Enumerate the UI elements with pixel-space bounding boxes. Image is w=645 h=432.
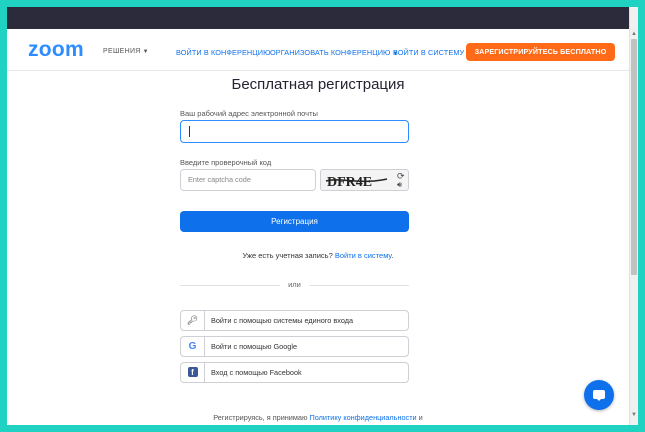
nav-host-label: ОРГАНИЗОВАТЬ КОНФЕРЕНЦИЮ <box>270 48 391 57</box>
zoom-logo[interactable]: zoom <box>28 38 84 62</box>
nav-join-meeting[interactable]: ВОЙТИ В КОНФЕРЕНЦИЮ <box>176 48 271 57</box>
google-icon: G <box>181 337 205 356</box>
chevron-down-icon: ▼ <box>142 49 149 55</box>
browser-window: zoom РЕШЕНИЯ ▼ ВОЙТИ В КОНФЕРЕНЦИЮ ОРГАНИ… <box>7 7 638 425</box>
scroll-down-icon[interactable]: ▼ <box>631 412 637 418</box>
navbar: zoom РЕШЕНИЯ ▼ ВОЙТИ В КОНФЕРЕНЦИЮ ОРГАНИ… <box>7 29 629 71</box>
have-account-text: Уже есть учетная запись? Войти в систему… <box>7 251 629 260</box>
terms-suffix: и <box>418 413 423 422</box>
page-title: Бесплатная регистрация <box>231 76 405 93</box>
signin-link[interactable]: Войти в систему <box>335 251 392 260</box>
nav-host-meeting[interactable]: ОРГАНИЗОВАТЬ КОНФЕРЕНЦИЮ ▼ <box>270 48 399 57</box>
divider-line-right <box>309 285 409 286</box>
facebook-label: Вход с помощью Facebook <box>211 368 302 377</box>
email-label: Ваш рабочий адрес электронной почты <box>180 109 318 118</box>
key-icon: 🔑︎ <box>181 311 205 330</box>
terms-text: Регистрируясь, я принимаю Политику конфи… <box>7 413 629 422</box>
scroll-up-icon[interactable]: ▲ <box>631 31 637 37</box>
google-label: Войти с помощью Google <box>211 342 298 351</box>
nav-solutions[interactable]: РЕШЕНИЯ ▼ <box>103 48 149 55</box>
nav-solutions-label: РЕШЕНИЯ <box>103 48 141 55</box>
speaker-icon[interactable]: 🔊︎ <box>397 180 402 190</box>
sso-button[interactable]: 🔑︎ Войти с помощью системы единого входа <box>180 310 409 331</box>
scrollbar[interactable]: ▲ ▼ <box>629 7 638 425</box>
scrollbar-thumb[interactable] <box>631 39 637 275</box>
captcha-input[interactable]: Enter captcha code <box>180 169 316 191</box>
signup-free-button[interactable]: ЗАРЕГИСТРИРУЙТЕСЬ БЕСПЛАТНО <box>466 43 615 61</box>
have-account-label: Уже есть учетная запись? <box>242 251 333 260</box>
google-button[interactable]: G Войти с помощью Google <box>180 336 409 357</box>
privacy-policy-link[interactable]: Политику конфиденциальности <box>309 413 416 422</box>
terms-prefix: Регистрируясь, я принимаю <box>213 413 308 422</box>
text-cursor <box>189 126 190 137</box>
captcha-box: DFR4E ⟳ 🔊︎ <box>320 169 409 191</box>
chat-button[interactable] <box>584 380 614 410</box>
email-field[interactable] <box>180 120 409 143</box>
facebook-button[interactable]: f Вход с помощью Facebook <box>180 362 409 383</box>
or-divider: или <box>180 280 409 290</box>
top-bar <box>7 7 638 29</box>
nav-sign-in[interactable]: ВОЙТИ В СИСТЕМУ <box>393 48 464 57</box>
signin-period: . <box>391 251 394 260</box>
captcha-label: Введите проверочный код <box>180 158 272 167</box>
facebook-icon: f <box>181 363 205 382</box>
register-button[interactable]: Регистрация <box>180 211 409 232</box>
captcha-text: DFR4E <box>327 175 372 189</box>
captcha-image: DFR4E <box>325 175 388 189</box>
sso-label: Войти с помощью системы единого входа <box>211 316 354 325</box>
chat-bubble-icon <box>593 390 605 401</box>
